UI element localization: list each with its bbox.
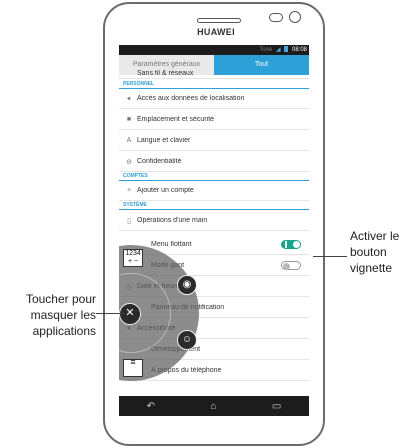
status-bar: Tone ◢ 08:08 xyxy=(119,45,309,55)
home-icon[interactable]: ⌂ xyxy=(210,401,216,412)
carrier-label: Tone xyxy=(259,47,273,53)
list-item-location-access[interactable]: ✦ Accès aux données de localisation xyxy=(119,89,309,109)
battery-icon xyxy=(284,46,289,53)
calculator-label: 1234 xyxy=(125,250,141,257)
earpiece-speaker xyxy=(197,18,241,23)
navigation-bar: ↶ ⌂ ▭ xyxy=(119,396,309,416)
list-item-label: Langue et clavier xyxy=(137,137,191,144)
list-item-label: Confidentialité xyxy=(137,158,182,165)
callout-line-left xyxy=(96,313,124,314)
list-item-label: Opérations d'une main xyxy=(137,217,208,224)
list-item-label: Menu flottant xyxy=(151,241,192,248)
privacy-icon: ⊖ xyxy=(126,158,132,166)
clock-time: 08:08 xyxy=(291,47,307,53)
brand-logo: HUAWEI xyxy=(197,27,235,37)
floating-menu-toggle[interactable] xyxy=(281,240,301,249)
lock-icon: ■ xyxy=(126,116,132,123)
plus-icon: + xyxy=(126,187,132,194)
phone-screen: Tone ◢ 08:08 Paramètres généraux Tout Sa… xyxy=(119,45,309,416)
recent-apps-icon[interactable]: ▭ xyxy=(272,401,281,412)
back-icon[interactable]: ↶ xyxy=(147,401,155,412)
section-header-personnel: PERSONNEL xyxy=(123,81,155,87)
messaging-shortcut-icon[interactable]: ☺ xyxy=(177,330,197,350)
one-hand-icon: ▯ xyxy=(127,217,131,225)
list-item-label: Emplacement et sécurité xyxy=(137,116,215,123)
list-item-security[interactable]: ■ Emplacement et sécurité xyxy=(119,110,309,130)
section-header-comptes: COMPTES xyxy=(123,173,148,179)
signal-icon: ◢ xyxy=(276,47,281,53)
section-divider xyxy=(119,209,309,210)
callout-line-right xyxy=(313,256,347,257)
close-x-icon[interactable]: ✕ xyxy=(119,303,141,325)
callout-right: Activer le bouton vignette xyxy=(350,229,400,275)
list-item-wireless[interactable]: Sans fil & réseaux xyxy=(119,69,309,79)
section-header-systeme: SYSTÈME xyxy=(123,202,147,208)
notes-shortcut-icon[interactable]: ≡ xyxy=(123,358,143,377)
list-item-label: Accès aux données de localisation xyxy=(137,95,245,102)
list-item-add-account[interactable]: + Ajouter un compte xyxy=(119,181,309,201)
list-item-language[interactable]: A Langue et clavier xyxy=(119,131,309,151)
sensor-icon xyxy=(269,13,283,22)
list-item-label: Ajouter un compte xyxy=(137,187,194,194)
music-shortcut-icon[interactable]: ◉ xyxy=(177,275,197,295)
list-item-one-hand[interactable]: ▯ Opérations d'une main xyxy=(119,211,309,231)
front-camera-icon xyxy=(289,11,301,23)
list-item-label: Sans fil & réseaux xyxy=(137,70,194,77)
calculator-shortcut-icon[interactable]: 1234 + − xyxy=(123,249,143,267)
glove-mode-toggle[interactable] xyxy=(281,261,301,270)
list-item-privacy[interactable]: ⊖ Confidentialité xyxy=(119,152,309,172)
language-icon: A xyxy=(126,137,132,144)
callout-left: Toucher pour masquer les applications xyxy=(25,292,96,338)
location-target-icon: ✦ xyxy=(126,95,132,103)
